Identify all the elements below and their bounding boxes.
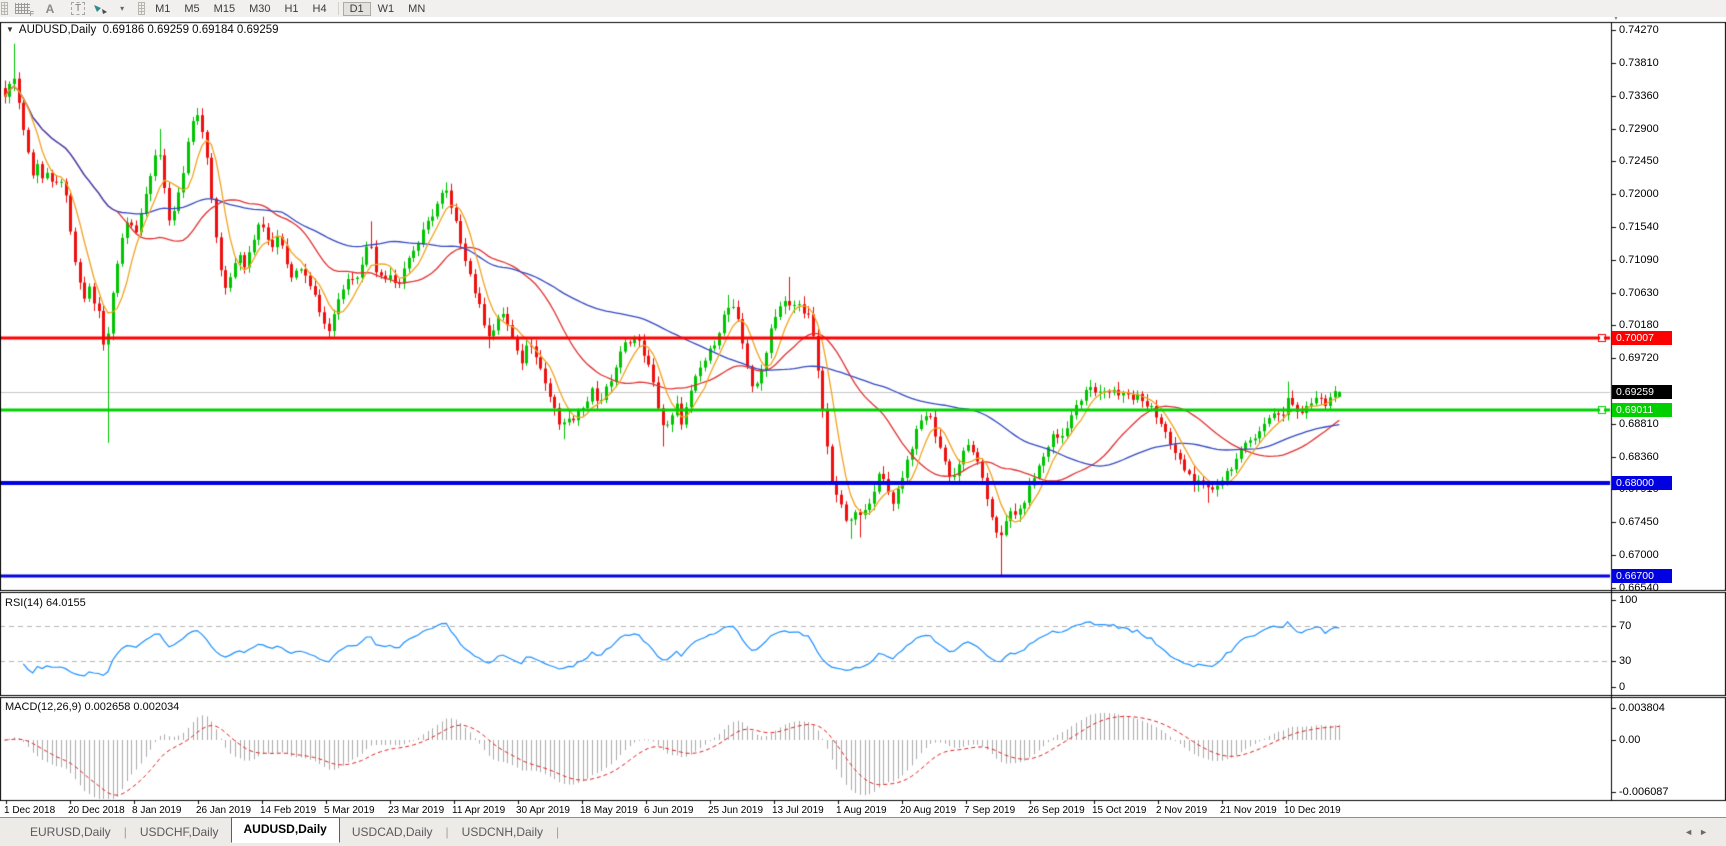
price-tick-label: 0.71540	[1619, 221, 1659, 234]
toolbar: F A T ▾ M1 M5 M15 M30 H1 H4 D1 W1 MN	[0, 0, 1726, 18]
price-tick-label: 0.72900	[1619, 122, 1659, 135]
chart-ohlc-values: 0.69186 0.69259 0.69184 0.69259	[102, 24, 279, 36]
date-label: 20 Aug 2019	[900, 805, 957, 816]
price-tick-label: 0.71090	[1619, 253, 1659, 266]
macd-values: 0.002658 0.002034	[84, 701, 180, 713]
price-line-flag[interactable]: 0.68000	[1612, 475, 1672, 490]
price-line-flag[interactable]: 0.66700	[1612, 569, 1672, 584]
toolbar-drag-handle[interactable]	[138, 2, 146, 15]
rsi-tick-label: 0	[1619, 681, 1626, 693]
rsi-label: RSI(14) 64.0155	[5, 597, 86, 609]
chart-tab-audusd[interactable]: AUDUSD,Daily	[230, 817, 340, 843]
date-label: 8 Jan 2019	[132, 805, 182, 816]
rsi-value: 64.0155	[45, 597, 86, 609]
timeframe-button-w1[interactable]: W1	[371, 2, 402, 16]
price-line-flag[interactable]: 0.69011	[1612, 402, 1672, 417]
price-tick-label: 0.73810	[1619, 57, 1659, 70]
date-label: 14 Feb 2019	[260, 805, 317, 816]
date-label: 2 Nov 2019	[1156, 805, 1208, 816]
chart-title: ▼ AUDUSD,Daily 0.69186 0.69259 0.69184 0.…	[6, 24, 279, 36]
price-tick-label: 0.70630	[1619, 286, 1659, 299]
chart-tab-bar: EURUSD,Daily | USDCHF,Daily AUDUSD,Daily USD…	[0, 817, 1726, 846]
chart-tab-usdcad[interactable]: USDCAD,Daily	[340, 820, 445, 844]
chart-tab-usdcnh[interactable]: USDCNH,Daily	[450, 820, 555, 844]
macd-label: MACD(12,26,9) 0.002658 0.002034	[5, 701, 180, 713]
text-tool-icon[interactable]: T	[66, 1, 90, 16]
chart-canvas[interactable]	[0, 0, 1726, 846]
macd-tick-label: 0.00	[1619, 734, 1641, 746]
chart-tab-eurusd[interactable]: EURUSD,Daily	[18, 820, 123, 844]
tab-separator: |	[556, 825, 560, 839]
rsi-tick-label: 100	[1619, 594, 1638, 606]
timeframe-button-h4[interactable]: H4	[306, 2, 334, 16]
date-label: 18 May 2019	[580, 805, 638, 816]
price-tick-label: 0.68360	[1619, 450, 1659, 463]
date-label: 1 Dec 2018	[4, 805, 56, 816]
current-price-flag: 0.69259	[1612, 384, 1672, 399]
rsi-tick-label: 70	[1619, 620, 1632, 633]
price-tick-label: 0.69720	[1619, 352, 1659, 365]
date-label: 26 Jan 2019	[196, 805, 252, 816]
price-tick-label: 0.68810	[1619, 418, 1659, 431]
chart-symbol: AUDUSD,Daily	[18, 24, 97, 36]
tab-list: EURUSD,Daily | USDCHF,Daily AUDUSD,Daily USD…	[18, 817, 560, 844]
chart-tab-usdchf[interactable]: USDCHF,Daily	[128, 820, 231, 844]
date-label: 10 Dec 2019	[1284, 805, 1341, 816]
date-label: 20 Dec 2018	[68, 805, 125, 816]
toolbar-drag-handle[interactable]	[1, 2, 8, 15]
timeframe-buttons: M1 M5 M15 M30 H1 H4 D1 W1 MN	[148, 1, 432, 16]
timeframe-button-m30[interactable]: M30	[242, 2, 277, 16]
grid-icon[interactable]: F	[11, 1, 34, 18]
date-label: 7 Sep 2019	[964, 805, 1016, 816]
timeframe-button-d1[interactable]: D1	[342, 1, 371, 16]
macd-tick-label: -0.006087	[1619, 786, 1669, 798]
macd-tick-label: 0.003804	[1619, 702, 1665, 714]
price-tick-label: 0.74270	[1619, 24, 1659, 36]
price-tick-label: 0.67450	[1619, 516, 1659, 529]
dropdown-caret-icon[interactable]: ▾	[112, 1, 132, 16]
timeframe-button-m15[interactable]: M15	[207, 2, 242, 16]
price-tick-label: 0.72000	[1619, 187, 1659, 200]
date-label: 1 Aug 2019	[836, 805, 887, 816]
mt4-window: F A T ▾ M1 M5 M15 M30 H1 H4 D1 W1 MN ▼ AUDUSD,Dai…	[0, 0, 1726, 846]
price-tick-label: 0.67000	[1619, 548, 1659, 561]
timeframe-button-m1[interactable]: M1	[148, 2, 177, 16]
date-label: 23 Mar 2019	[388, 805, 445, 816]
price-tick-label: 0.73360	[1619, 89, 1659, 102]
tabs-scroll-right-icon[interactable]: ►	[1699, 827, 1714, 837]
price-tick-label: 0.66540	[1619, 582, 1659, 594]
timeframe-button-m5[interactable]: M5	[177, 2, 206, 16]
tabs-scroll-left-icon[interactable]: ◄	[1684, 827, 1699, 837]
date-label: 15 Oct 2019	[1092, 805, 1147, 816]
timeframe-button-mn[interactable]: MN	[401, 2, 432, 16]
date-label: 25 Jun 2019	[708, 805, 764, 816]
price-tick-label: 0.70180	[1619, 319, 1659, 332]
rsi-tick-label: 30	[1619, 654, 1632, 667]
draw-arrows-icon[interactable]	[90, 1, 110, 16]
price-tick-label: 0.72450	[1619, 155, 1659, 168]
date-label: 21 Nov 2019	[1220, 805, 1277, 816]
arrows-glyph	[93, 4, 107, 14]
text-label-icon[interactable]: A	[40, 1, 60, 16]
date-label: 5 Mar 2019	[324, 805, 375, 816]
date-label: 13 Jul 2019	[772, 805, 824, 816]
date-label: 30 Apr 2019	[516, 805, 570, 816]
date-label: 11 Apr 2019	[452, 805, 506, 816]
price-line-flag[interactable]: 0.70007	[1612, 330, 1672, 345]
date-label: 6 Jun 2019	[644, 805, 694, 816]
timeframe-button-h1[interactable]: H1	[277, 2, 305, 16]
symbol-menu-icon[interactable]: ▼	[6, 25, 14, 34]
date-label: 26 Sep 2019	[1028, 805, 1085, 816]
